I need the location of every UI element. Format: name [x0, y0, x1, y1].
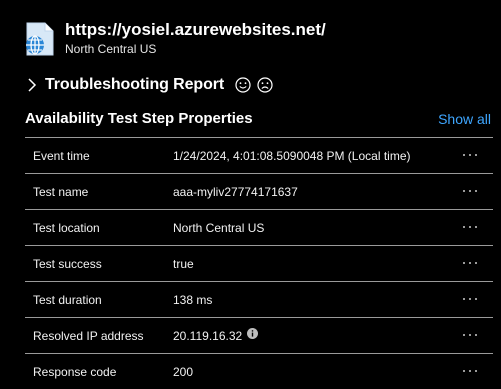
property-value: 138 ms: [173, 292, 213, 307]
resource-region: North Central US: [65, 42, 157, 56]
property-value: 200: [173, 364, 194, 379]
property-label: Resolved IP address: [33, 328, 144, 343]
more-options-icon[interactable]: [461, 255, 479, 271]
show-all-link[interactable]: Show all: [438, 109, 491, 129]
report-title: Troubleshooting Report: [45, 76, 225, 93]
more-options-icon[interactable]: [461, 219, 479, 235]
resource-header: https://yosiel.azurewebsites.net/ North …: [22, 18, 326, 57]
properties-table: Event time 1/24/2024, 4:01:08.5090048 PM…: [25, 137, 493, 389]
table-row: Test duration 138 ms: [25, 282, 493, 318]
table-row: Resolved IP address 20.119.16.32: [25, 318, 493, 354]
more-options-icon[interactable]: [461, 363, 479, 379]
availability-test-panel: https://yosiel.azurewebsites.net/ North …: [0, 0, 501, 389]
table-row: Test name aaa-myliv27774171637: [25, 174, 493, 210]
resource-url: https://yosiel.azurewebsites.net/: [65, 20, 326, 39]
more-options-icon[interactable]: [461, 147, 479, 163]
property-value: 1/24/2024, 4:01:08.5090048 PM (Local tim…: [173, 148, 411, 163]
table-row: Response code 200: [25, 354, 493, 389]
property-label: Event time: [33, 148, 90, 163]
web-app-globe-icon: [26, 22, 54, 56]
property-label: Test location: [33, 220, 100, 235]
troubleshooting-report-expander[interactable]: Troubleshooting Report: [27, 74, 273, 96]
section-title: Availability Test Step Properties: [25, 110, 253, 127]
info-icon[interactable]: [247, 328, 259, 339]
table-row: Event time 1/24/2024, 4:01:08.5090048 PM…: [25, 138, 493, 174]
property-label: Test success: [33, 256, 102, 271]
chevron-right-icon: [28, 78, 37, 92]
property-value: North Central US: [173, 220, 265, 235]
smile-icon[interactable]: [235, 77, 251, 93]
frown-icon[interactable]: [257, 77, 273, 93]
property-value: true: [173, 256, 194, 271]
property-label: Response code: [33, 364, 117, 379]
table-row: Test location North Central US: [25, 210, 493, 246]
property-label: Test duration: [33, 292, 102, 307]
more-options-icon[interactable]: [461, 327, 479, 343]
more-options-icon[interactable]: [461, 291, 479, 307]
property-value: aaa-myliv27774171637: [173, 184, 298, 199]
property-value: 20.119.16.32: [173, 328, 259, 343]
property-label: Test name: [33, 184, 89, 199]
more-options-icon[interactable]: [461, 183, 479, 199]
table-row: Test success true: [25, 246, 493, 282]
